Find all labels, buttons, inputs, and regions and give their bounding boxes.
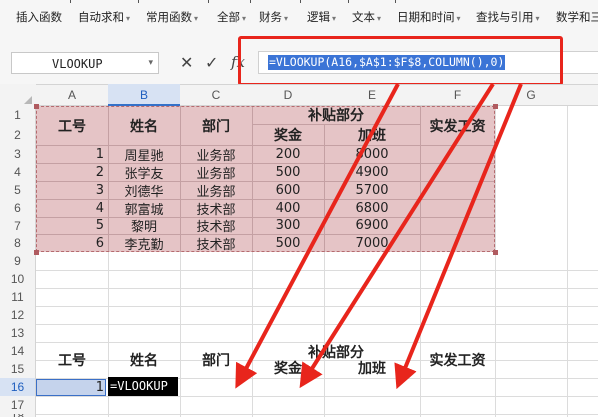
arrow-to-dept <box>235 83 400 389</box>
arrow-to-bonus <box>299 82 495 389</box>
annotation-arrows <box>235 82 523 390</box>
arrow-to-overtime <box>394 83 523 390</box>
